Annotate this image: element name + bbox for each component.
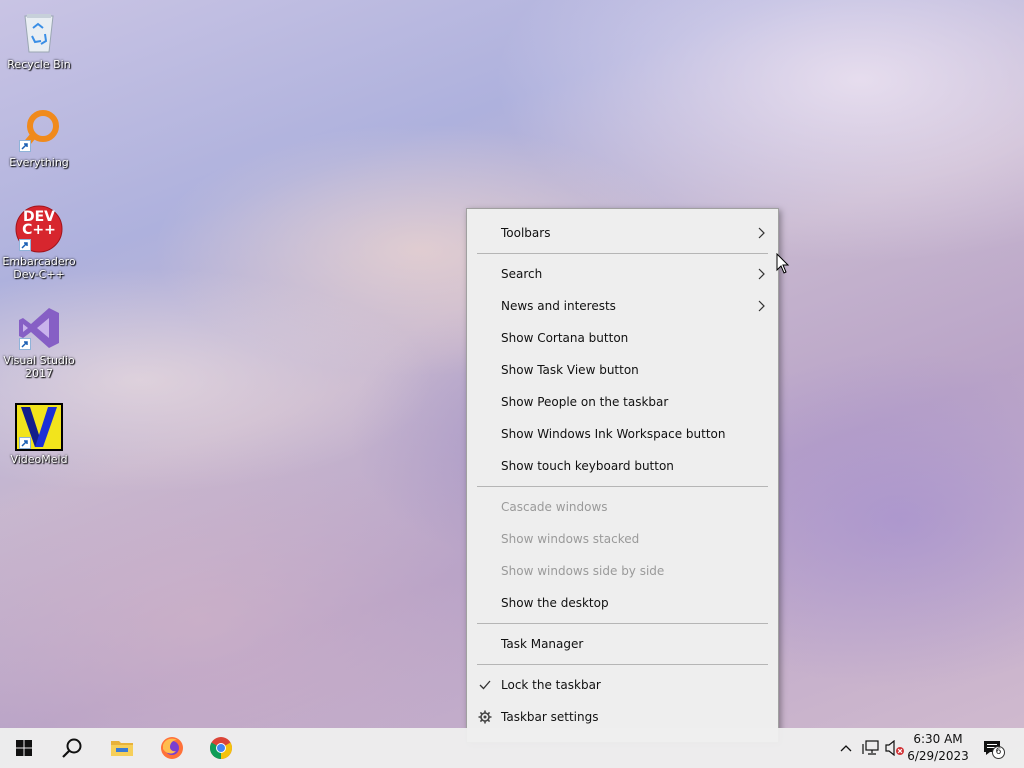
firefox-icon	[161, 737, 183, 759]
menu-item-task-manager[interactable]: Task Manager	[467, 628, 778, 660]
menu-item-cascade-windows: Cascade windows	[467, 491, 778, 523]
shortcut-arrow-icon	[19, 437, 31, 449]
clock-date: 6/29/2023	[907, 749, 969, 763]
menu-item-show-windows-side-by-side: Show windows side by side	[467, 555, 778, 587]
taskbar: 6:30 AM 6/29/2023 6	[0, 728, 1024, 768]
desktop-icon-label: Embarcadero Dev-C++	[2, 255, 76, 281]
menu-item-label: Show Cortana button	[501, 331, 629, 345]
videomeld-icon	[15, 403, 63, 451]
menu-item-show-the-desktop[interactable]: Show the desktop	[467, 587, 778, 619]
menu-item-show-touch-keyboard[interactable]: Show touch keyboard button	[467, 450, 778, 482]
everything-search-icon	[15, 106, 63, 154]
shortcut-arrow-icon	[19, 140, 31, 152]
menu-separator	[477, 253, 768, 254]
devcpp-icon: DEV C++	[15, 205, 63, 253]
menu-item-news-and-interests[interactable]: News and interests	[467, 290, 778, 322]
chevron-right-icon	[758, 268, 765, 280]
menu-item-label: Search	[501, 267, 543, 281]
menu-item-show-task-view-button[interactable]: Show Task View button	[467, 354, 778, 386]
action-center-button[interactable]: 6	[978, 728, 1006, 768]
desktop-icon-label: VideoMeld	[10, 453, 68, 466]
menu-separator	[477, 623, 768, 624]
network-status-button[interactable]	[860, 728, 882, 768]
desktop-icon-label: Everything	[9, 156, 69, 169]
menu-item-label: News and interests	[501, 299, 616, 313]
menu-item-search[interactable]: Search	[467, 258, 778, 290]
menu-item-label: Show windows stacked	[501, 532, 640, 546]
chevron-up-icon	[840, 745, 852, 752]
desktop-icon-videomeld[interactable]: VideoMeld	[2, 403, 76, 466]
shortcut-arrow-icon	[19, 239, 31, 251]
menu-item-label: Taskbar settings	[501, 710, 599, 724]
desktop-icon-visual-studio[interactable]: Visual Studio 2017	[2, 304, 76, 380]
visual-studio-icon	[15, 304, 63, 352]
clock-time: 6:30 AM	[913, 732, 963, 746]
menu-item-label: Show the desktop	[501, 596, 609, 610]
desktop-icon-everything[interactable]: Everything	[2, 106, 76, 169]
file-explorer-button[interactable]	[98, 728, 146, 768]
menu-item-label: Cascade windows	[501, 500, 608, 514]
desktop-icon-devcpp[interactable]: DEV C++ Embarcadero Dev-C++	[2, 205, 76, 281]
menu-item-label: Toolbars	[501, 226, 551, 240]
devcpp-logo-text: DEV C++	[22, 209, 56, 238]
taskbar-clock[interactable]: 6:30 AM 6/29/2023	[905, 731, 971, 765]
chevron-right-icon	[758, 227, 765, 239]
menu-item-label: Show People on the taskbar	[501, 395, 669, 409]
desktop-icon-recycle-bin[interactable]: Recycle Bin	[2, 8, 76, 71]
show-hidden-icons-button[interactable]	[837, 728, 855, 768]
volume-muted-icon	[885, 740, 904, 756]
chevron-right-icon	[758, 300, 765, 312]
menu-item-label: Show touch keyboard button	[501, 459, 674, 473]
search-button[interactable]	[48, 728, 96, 768]
chrome-icon	[210, 737, 232, 759]
menu-item-show-people[interactable]: Show People on the taskbar	[467, 386, 778, 418]
desktop-icon-label: Recycle Bin	[7, 58, 71, 71]
start-icon	[16, 740, 32, 756]
search-icon	[62, 738, 82, 758]
checkmark-icon	[479, 680, 491, 690]
desktop-icon-label: Visual Studio 2017	[3, 354, 75, 380]
start-button[interactable]	[0, 728, 48, 768]
menu-item-show-windows-ink[interactable]: Show Windows Ink Workspace button	[467, 418, 778, 450]
chrome-button[interactable]	[197, 728, 245, 768]
menu-item-label: Show windows side by side	[501, 564, 665, 578]
network-icon	[862, 740, 879, 755]
menu-item-show-windows-stacked: Show windows stacked	[467, 523, 778, 555]
menu-item-label: Task Manager	[501, 637, 584, 651]
menu-separator	[477, 664, 768, 665]
menu-separator	[477, 486, 768, 487]
menu-item-show-cortana-button[interactable]: Show Cortana button	[467, 322, 778, 354]
shortcut-arrow-icon	[19, 338, 31, 350]
menu-item-label: Lock the taskbar	[501, 678, 601, 692]
menu-item-label: Show Windows Ink Workspace button	[501, 427, 726, 441]
mouse-cursor-icon	[776, 253, 790, 274]
file-explorer-icon	[111, 741, 133, 756]
gear-icon	[478, 710, 492, 724]
taskbar-context-menu: Toolbars Search News and interests Show …	[466, 208, 779, 743]
menu-item-label: Show Task View button	[501, 363, 639, 377]
menu-item-lock-the-taskbar[interactable]: Lock the taskbar	[467, 669, 778, 701]
notification-count-badge: 6	[992, 746, 1005, 759]
firefox-button[interactable]	[148, 728, 196, 768]
recycle-bin-icon	[15, 8, 63, 56]
menu-item-toolbars[interactable]: Toolbars	[467, 217, 778, 249]
volume-button[interactable]	[884, 728, 906, 768]
